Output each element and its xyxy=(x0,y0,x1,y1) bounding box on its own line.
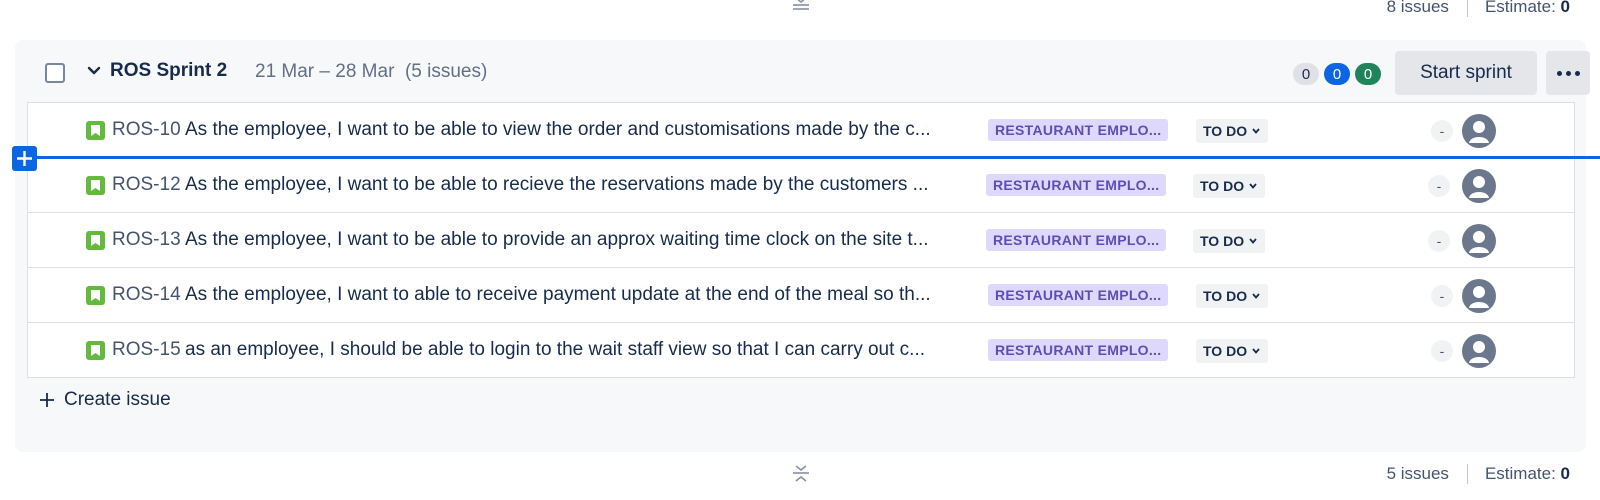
issue-row[interactable]: ROS-12 As the employee, I want to be abl… xyxy=(28,158,1574,213)
epic-lozenge[interactable]: RESTAURANT EMPLO... xyxy=(986,229,1167,251)
sprint-header: ROS Sprint 2 21 Mar – 28 Mar (5 issues) … xyxy=(15,40,1590,102)
chevron-down-icon xyxy=(1252,348,1260,354)
story-points-estimate[interactable]: - xyxy=(1428,230,1450,252)
status-label: TO DO xyxy=(1200,178,1245,194)
epic-lozenge[interactable]: RESTAURANT EMPLO... xyxy=(988,339,1169,361)
drag-handle-icon[interactable] xyxy=(790,462,812,484)
issue-summary: As the employee, I want to be able to re… xyxy=(185,174,929,195)
done-count-badge: 0 xyxy=(1355,63,1381,85)
issue-summary: as an employee, I should be able to logi… xyxy=(185,339,926,360)
status-label: TO DO xyxy=(1203,123,1248,139)
insert-plus-icon[interactable] xyxy=(12,146,37,171)
status-label: TO DO xyxy=(1200,233,1245,249)
sprint-dates: 21 Mar – 28 Mar (5 issues) xyxy=(255,61,487,83)
drop-indicator-line xyxy=(22,156,1600,159)
chevron-down-icon xyxy=(1249,183,1257,189)
estimate-value: 0 xyxy=(1560,464,1570,483)
chevron-down-icon xyxy=(1249,238,1257,244)
status-label: TO DO xyxy=(1203,343,1248,359)
more-actions-button[interactable] xyxy=(1546,51,1590,95)
sprint-date-range: 21 Mar – 28 Mar xyxy=(255,61,395,82)
chevron-down-icon xyxy=(1252,128,1260,134)
assignee-avatar[interactable] xyxy=(1462,334,1496,368)
user-icon xyxy=(1469,176,1489,198)
status-label: TO DO xyxy=(1203,288,1248,304)
sprint-issue-count: (5 issues) xyxy=(404,61,488,82)
in-progress-count-badge: 0 xyxy=(1324,63,1350,85)
assignee-avatar[interactable] xyxy=(1462,279,1496,313)
story-points-estimate[interactable]: - xyxy=(1428,175,1450,197)
sprint-name[interactable]: ROS Sprint 2 xyxy=(110,60,227,82)
estimate-label: Estimate: xyxy=(1484,464,1556,483)
todo-count-badge: 0 xyxy=(1293,63,1319,85)
issue-row[interactable]: ROS-13 As the employee, I want to be abl… xyxy=(28,213,1574,268)
issue-summary: As the employee, I want to able to recei… xyxy=(185,284,931,305)
create-issue-button[interactable]: Create issue xyxy=(38,389,171,411)
status-dropdown[interactable]: TO DO xyxy=(1193,174,1266,198)
create-issue-label: Create issue xyxy=(64,389,171,410)
story-points-estimate[interactable]: - xyxy=(1431,340,1453,362)
issue-summary: As the employee, I want to be able to pr… xyxy=(185,229,929,250)
estimate-value: 0 xyxy=(1560,0,1570,16)
sprint-footer: 5 issues Estimate: 0 xyxy=(0,464,1600,500)
issue-row[interactable]: ROS-14 As the employee, I want to able t… xyxy=(28,268,1574,323)
status-dropdown[interactable]: TO DO xyxy=(1196,284,1269,308)
issue-count: 8 issues xyxy=(1386,0,1449,16)
more-horizontal-icon xyxy=(1556,70,1562,76)
story-icon xyxy=(86,286,105,305)
assignee-avatar[interactable] xyxy=(1462,224,1496,258)
issue-row[interactable]: ROS-15 as an employee, I should be able … xyxy=(28,323,1574,378)
issue-row[interactable]: ROS-10 As the employee, I want to be abl… xyxy=(28,103,1574,158)
user-icon xyxy=(1469,121,1489,143)
previous-sprint-footer: 8 issues Estimate: 0 xyxy=(0,0,1600,22)
drag-handle-icon[interactable] xyxy=(790,0,812,16)
start-sprint-button[interactable]: Start sprint xyxy=(1395,51,1537,95)
issue-count: 5 issues xyxy=(1386,464,1449,483)
story-icon xyxy=(86,176,105,195)
plus-icon xyxy=(40,393,54,407)
issue-key[interactable]: ROS-14 xyxy=(112,284,181,306)
story-icon xyxy=(86,231,105,250)
issue-key[interactable]: ROS-10 xyxy=(112,119,181,141)
story-icon xyxy=(86,341,105,360)
sprint-container: ROS Sprint 2 21 Mar – 28 Mar (5 issues) … xyxy=(15,40,1590,452)
estimate-label: Estimate: xyxy=(1484,0,1556,16)
status-dropdown[interactable]: TO DO xyxy=(1196,339,1269,363)
assignee-avatar[interactable] xyxy=(1462,114,1496,148)
sprint-select-checkbox[interactable] xyxy=(45,63,65,83)
assignee-avatar[interactable] xyxy=(1462,169,1496,203)
user-icon xyxy=(1469,231,1489,253)
issue-key[interactable]: ROS-12 xyxy=(112,174,181,196)
status-dropdown[interactable]: TO DO xyxy=(1193,229,1266,253)
issue-key[interactable]: ROS-13 xyxy=(112,229,181,251)
user-icon xyxy=(1469,286,1489,308)
story-points-estimate[interactable]: - xyxy=(1431,285,1453,307)
status-counts: 0 0 0 xyxy=(1293,63,1381,85)
epic-lozenge[interactable]: RESTAURANT EMPLO... xyxy=(988,284,1169,306)
chevron-down-icon xyxy=(1252,293,1260,299)
issue-key[interactable]: ROS-15 xyxy=(112,339,181,361)
user-icon xyxy=(1469,341,1489,363)
story-icon xyxy=(86,121,105,140)
epic-lozenge[interactable]: RESTAURANT EMPLO... xyxy=(986,174,1167,196)
issue-list: ROS-10 As the employee, I want to be abl… xyxy=(27,102,1575,378)
status-dropdown[interactable]: TO DO xyxy=(1196,119,1269,143)
story-points-estimate[interactable]: - xyxy=(1431,120,1453,142)
epic-lozenge[interactable]: RESTAURANT EMPLO... xyxy=(988,119,1169,141)
issue-summary: As the employee, I want to be able to vi… xyxy=(185,119,931,140)
chevron-down-icon[interactable] xyxy=(85,62,103,80)
